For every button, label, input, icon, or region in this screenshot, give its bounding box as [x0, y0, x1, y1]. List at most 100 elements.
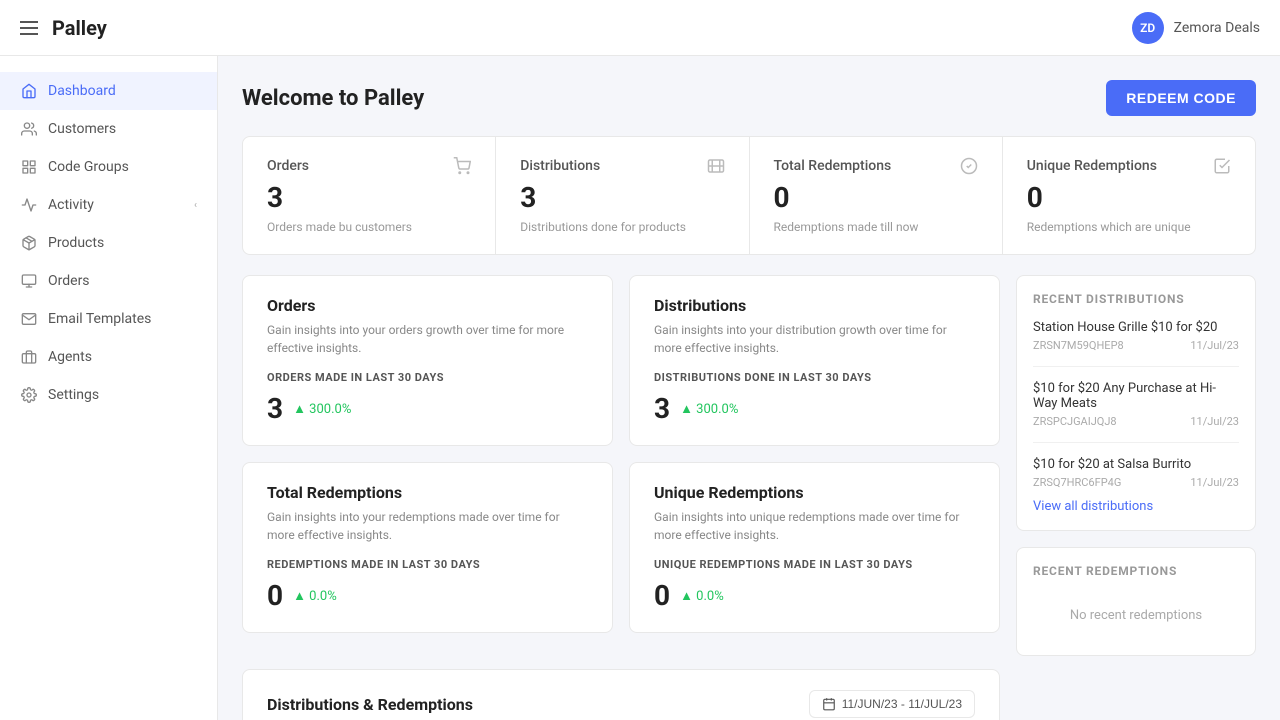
- dist-name-2: $10 for $20 at Salsa Burrito: [1033, 457, 1239, 472]
- stat-orders: Orders 3 Orders made bu customers: [243, 137, 496, 254]
- sidebar-label-code-groups: Code Groups: [48, 159, 129, 175]
- sidebar-item-agents[interactable]: Agents: [0, 338, 217, 376]
- recent-redemptions-title: RECENT REDEMPTIONS: [1033, 564, 1239, 578]
- card-distributions-desc: Gain insights into your distribution gro…: [654, 321, 975, 357]
- stat-distributions: Distributions 3 Distributions done for p…: [496, 137, 749, 254]
- date-range-button[interactable]: 11/JUN/23 - 11/JUL/23: [809, 690, 975, 718]
- redeem-code-button[interactable]: REDEEM CODE: [1106, 80, 1256, 116]
- package-icon: [20, 234, 38, 252]
- page-title: Welcome to Palley: [242, 86, 424, 111]
- sidebar-item-activity[interactable]: Activity ‹: [0, 186, 217, 224]
- card-distributions: Distributions Gain insights into your di…: [629, 275, 1000, 446]
- card-orders: Orders Gain insights into your orders gr…: [242, 275, 613, 446]
- home-icon: [20, 82, 38, 100]
- dist-code-2: ZRSQ7HRC6FP4G: [1033, 476, 1121, 489]
- stat-unique-redemptions-value: 0: [1027, 181, 1231, 214]
- stat-unique-redemptions: Unique Redemptions 0 Redemptions which a…: [1003, 137, 1255, 254]
- sidebar-label-orders: Orders: [48, 273, 90, 289]
- dist-name-1: $10 for $20 Any Purchase at Hi-Way Meats: [1033, 381, 1239, 411]
- sidebar-item-code-groups[interactable]: Code Groups: [0, 148, 217, 186]
- card-orders-metric-label: ORDERS MADE IN LAST 30 DAYS: [267, 371, 588, 384]
- sidebar-label-products: Products: [48, 235, 104, 251]
- menu-icon[interactable]: [20, 21, 38, 35]
- card-distributions-metric-label: DISTRIBUTIONS DONE IN LAST 30 DAYS: [654, 371, 975, 384]
- distribution-item-2: $10 for $20 at Salsa Burrito ZRSQ7HRC6FP…: [1033, 457, 1239, 489]
- stat-total-redemptions-value: 0: [774, 181, 978, 214]
- right-panel: RECENT DISTRIBUTIONS Station House Grill…: [1016, 275, 1256, 720]
- dist-date-0: 11/Jul/23: [1190, 339, 1239, 352]
- card-orders-metric-value: 3: [267, 392, 283, 425]
- chart-title: Distributions & Redemptions: [267, 695, 473, 714]
- check-square-icon: [1213, 157, 1231, 175]
- left-content: Orders Gain insights into your orders gr…: [242, 275, 1000, 720]
- sidebar-label-settings: Settings: [48, 387, 99, 403]
- sidebar-item-customers[interactable]: Customers: [0, 110, 217, 148]
- view-all-distributions-link[interactable]: View all distributions: [1033, 499, 1239, 514]
- cards-grid: Orders Gain insights into your orders gr…: [242, 275, 1000, 633]
- card-unique-redemptions: Unique Redemptions Gain insights into un…: [629, 462, 1000, 633]
- check-circle-icon: [960, 157, 978, 175]
- app-logo: Palley: [52, 16, 1132, 40]
- header-user: ZD Zemora Deals: [1132, 12, 1260, 44]
- date-range-label: 11/JUN/23 - 11/JUL/23: [842, 697, 962, 711]
- stat-unique-redemptions-label: Unique Redemptions: [1027, 158, 1157, 174]
- card-unique-redemptions-title: Unique Redemptions: [654, 483, 975, 502]
- settings-icon: [20, 386, 38, 404]
- card-total-redemptions-metric-value: 0: [267, 579, 283, 612]
- mail-icon: [20, 310, 38, 328]
- card-total-redemptions-title: Total Redemptions: [267, 483, 588, 502]
- layout: Dashboard Customers Code Groups Activity…: [0, 56, 1280, 720]
- stat-orders-desc: Orders made bu customers: [267, 220, 471, 234]
- cart-icon: [453, 157, 471, 175]
- agents-icon: [20, 348, 38, 366]
- chart-card: Distributions & Redemptions 11/JUN/23 - …: [242, 669, 1000, 720]
- activity-icon: [20, 196, 38, 214]
- sidebar: Dashboard Customers Code Groups Activity…: [0, 56, 218, 720]
- avatar: ZD: [1132, 12, 1164, 44]
- recent-redemptions-card: RECENT REDEMPTIONS No recent redemptions: [1016, 547, 1256, 656]
- sidebar-label-customers: Customers: [48, 121, 116, 137]
- stat-distributions-label: Distributions: [520, 158, 600, 174]
- stat-distributions-desc: Distributions done for products: [520, 220, 724, 234]
- chevron-left-icon: ‹: [194, 200, 197, 211]
- dist-date-1: 11/Jul/23: [1190, 415, 1239, 428]
- stat-orders-label: Orders: [267, 158, 309, 174]
- stat-total-redemptions-label: Total Redemptions: [774, 158, 892, 174]
- card-orders-desc: Gain insights into your orders growth ov…: [267, 321, 588, 357]
- main-content: Welcome to Palley REDEEM CODE Orders 3 O…: [218, 56, 1280, 720]
- no-redemptions-label: No recent redemptions: [1033, 592, 1239, 639]
- card-distributions-metric-value: 3: [654, 392, 670, 425]
- header: Palley ZD Zemora Deals: [0, 0, 1280, 56]
- page-header: Welcome to Palley REDEEM CODE: [242, 80, 1256, 116]
- sidebar-item-products[interactable]: Products: [0, 224, 217, 262]
- card-total-redemptions-metric-change: ▲ 0.0%: [293, 588, 337, 604]
- orders-icon: [20, 272, 38, 290]
- card-unique-redemptions-metric-label: UNIQUE REDEMPTIONS MADE IN LAST 30 DAYS: [654, 558, 975, 571]
- sidebar-item-orders[interactable]: Orders: [0, 262, 217, 300]
- stat-distributions-value: 3: [520, 181, 724, 214]
- dist-code-1: ZRSPCJGAIJQJ8: [1033, 415, 1117, 428]
- dist-date-2: 11/Jul/23: [1190, 476, 1239, 489]
- recent-distributions-title: RECENT DISTRIBUTIONS: [1033, 292, 1239, 306]
- stat-total-redemptions: Total Redemptions 0 Redemptions made til…: [750, 137, 1003, 254]
- users-icon: [20, 120, 38, 138]
- card-orders-metric-change: ▲ 300.0%: [293, 401, 351, 417]
- recent-distributions-card: RECENT DISTRIBUTIONS Station House Grill…: [1016, 275, 1256, 531]
- sidebar-item-settings[interactable]: Settings: [0, 376, 217, 414]
- card-total-redemptions-metric-label: REDEMPTIONS MADE IN LAST 30 DAYS: [267, 558, 588, 571]
- dist-code-0: ZRSN7M59QHEP8: [1033, 339, 1124, 352]
- distribution-item-0: Station House Grille $10 for $20 ZRSN7M5…: [1033, 320, 1239, 367]
- card-unique-redemptions-desc: Gain insights into unique redemptions ma…: [654, 508, 975, 544]
- stat-unique-redemptions-desc: Redemptions which are unique: [1027, 220, 1231, 234]
- stat-total-redemptions-desc: Redemptions made till now: [774, 220, 978, 234]
- bottom-section: Orders Gain insights into your orders gr…: [242, 275, 1256, 720]
- distribution-item-1: $10 for $20 Any Purchase at Hi-Way Meats…: [1033, 381, 1239, 443]
- card-unique-redemptions-metric-change: ▲ 0.0%: [680, 588, 724, 604]
- sidebar-item-dashboard[interactable]: Dashboard: [0, 72, 217, 110]
- sidebar-item-email-templates[interactable]: Email Templates: [0, 300, 217, 338]
- stats-row: Orders 3 Orders made bu customers Distri…: [242, 136, 1256, 255]
- company-name: Zemora Deals: [1174, 20, 1260, 36]
- card-total-redemptions: Total Redemptions Gain insights into you…: [242, 462, 613, 633]
- stat-orders-value: 3: [267, 181, 471, 214]
- card-distributions-metric-change: ▲ 300.0%: [680, 401, 738, 417]
